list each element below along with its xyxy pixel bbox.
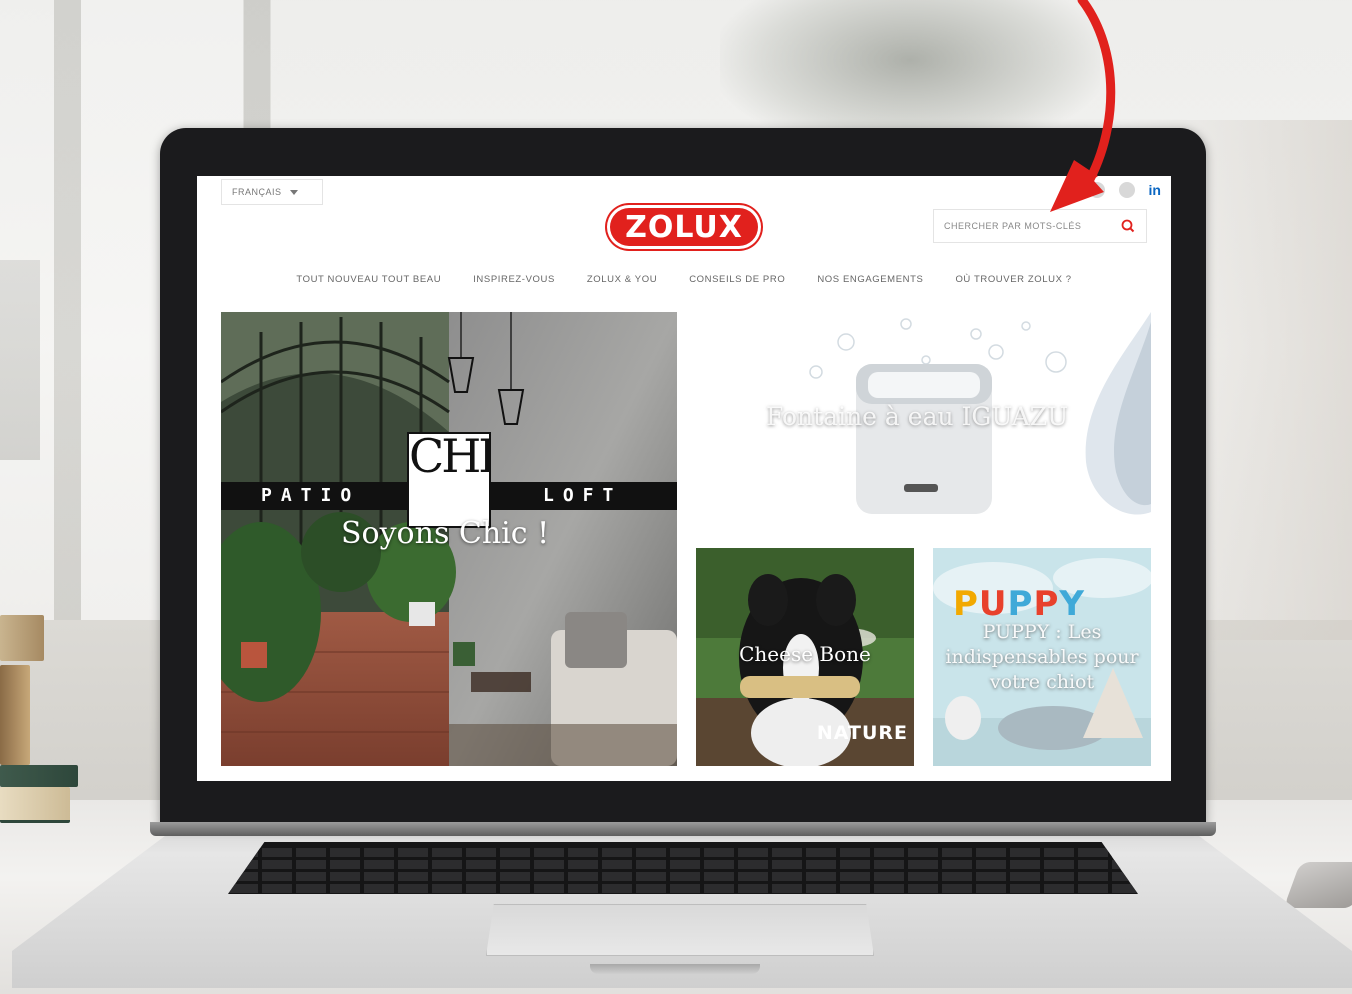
- key-row: [228, 872, 1138, 881]
- main-nav: TOUT NOUVEAU TOUT BEAU INSPIREZ-VOUS ZOL…: [197, 274, 1171, 292]
- tile-cheese-bone[interactable]: Cheese Bone NATURE: [696, 548, 914, 766]
- tile-title: Soyons Chic !: [341, 516, 550, 551]
- chevron-down-icon: [289, 189, 298, 195]
- search-icon[interactable]: [1120, 218, 1136, 234]
- laptop-screen: FRANÇAIS in ZOLUX TOUT NOUVEAU TOUT BEAU…: [197, 176, 1171, 781]
- laptop-keyboard: [228, 842, 1138, 894]
- nav-item-zolux-you[interactable]: ZOLUX & YOU: [587, 274, 657, 292]
- zolux-logo[interactable]: ZOLUX: [607, 205, 761, 249]
- book-stack: [0, 615, 80, 825]
- puppy-logo: PUPPY: [953, 584, 1085, 624]
- laptop-hinge: [150, 822, 1216, 836]
- book: [0, 787, 70, 823]
- nav-item-conseils[interactable]: CONSEILS DE PRO: [689, 274, 785, 292]
- tile-title: Fontaine à eau IGUAZU: [766, 402, 1069, 431]
- tile-title: PUPPY : Les indispensables pour votre ch…: [945, 621, 1139, 693]
- logo-text: ZOLUX: [625, 209, 743, 245]
- nav-item-tout-nouveau[interactable]: TOUT NOUVEAU TOUT BEAU: [296, 274, 441, 292]
- key-row: [228, 884, 1138, 893]
- nav-item-ou-trouver[interactable]: OÙ TROUVER ZOLUX ?: [955, 274, 1071, 292]
- language-select[interactable]: FRANÇAIS: [221, 179, 323, 205]
- tile-title: Cheese Bone: [739, 642, 871, 666]
- tile-soyons-chic[interactable]: PATIO LOFT CHIC Soyons Chic !: [221, 312, 677, 766]
- laptop-notch: [590, 964, 760, 974]
- social-icon[interactable]: [1088, 182, 1105, 198]
- nav-item-engagements[interactable]: NOS ENGAGEMENTS: [817, 274, 923, 292]
- search-box: [933, 209, 1147, 243]
- key-row: [228, 848, 1138, 857]
- band-label-patio: PATIO: [261, 485, 361, 506]
- band-label-loft: LOFT: [543, 485, 623, 506]
- nature-badge: NATURE: [816, 722, 908, 744]
- chic-logo-text: CHIC: [409, 432, 489, 483]
- book: [0, 765, 78, 787]
- tile-fontaine-iguazu[interactable]: Fontaine à eau IGUAZU: [696, 312, 1151, 516]
- laptop-trackpad: [486, 904, 874, 956]
- social-links: in: [1088, 182, 1161, 198]
- book: [0, 615, 44, 661]
- tile-puppy[interactable]: PUPPY PUPPY : Les indispensables pour vo…: [933, 548, 1151, 766]
- language-label: FRANÇAIS: [232, 187, 282, 197]
- social-icon[interactable]: [1118, 182, 1135, 198]
- key-row: [228, 860, 1138, 869]
- linkedin-icon[interactable]: in: [1149, 182, 1161, 198]
- nav-item-inspirez-vous[interactable]: INSPIREZ-VOUS: [473, 274, 555, 292]
- search-input[interactable]: [944, 221, 1114, 231]
- chic-logo-box: CHIC: [407, 432, 491, 528]
- background-shelf: [0, 260, 40, 460]
- book: [0, 665, 30, 765]
